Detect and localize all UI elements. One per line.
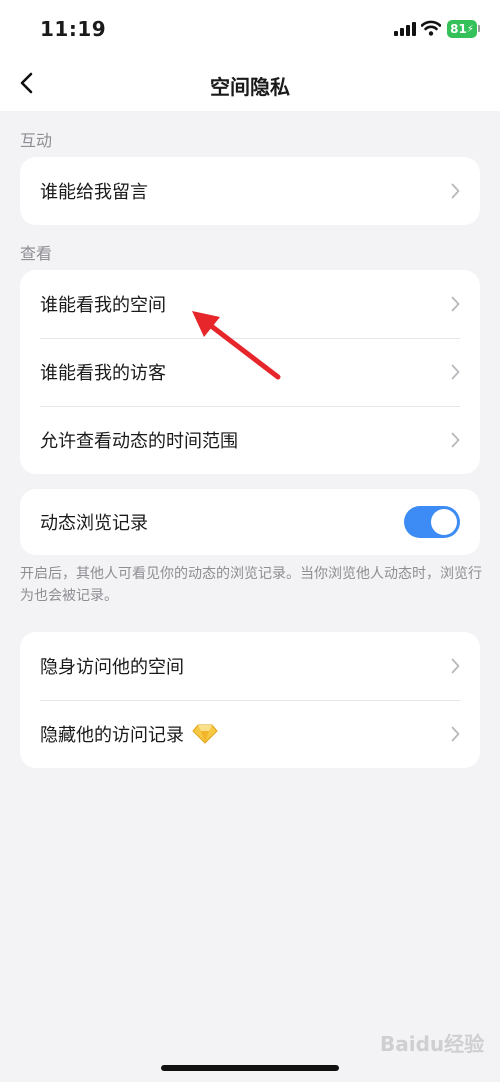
nav-bar: 空间隐私: [0, 58, 500, 111]
chevron-right-icon: [451, 432, 460, 448]
row-label: 隐身访问他的空间: [40, 657, 184, 678]
section-label-view: 查看: [20, 244, 53, 263]
cellular-signal-icon: [394, 22, 416, 36]
battery-nub: [478, 25, 480, 32]
row-label: 谁能看我的访客: [40, 363, 166, 384]
row-label: 动态浏览记录: [40, 513, 148, 534]
row-stealth-visit[interactable]: 隐身访问他的空间: [20, 632, 480, 700]
interaction-card: 谁能给我留言: [20, 157, 480, 225]
status-bar: 11:19 81 ⚡: [0, 0, 500, 58]
wifi-icon: [421, 20, 441, 36]
row-who-can-message[interactable]: 谁能给我留言: [20, 157, 480, 225]
page-title: 空间隐私: [210, 75, 290, 99]
battery-icon: 81 ⚡: [447, 20, 477, 38]
row-label: 隐藏他的访问记录: [40, 725, 184, 746]
row-label: 谁能给我留言: [40, 182, 148, 203]
row-hide-visit-record[interactable]: 隐藏他的访问记录: [20, 700, 480, 768]
chevron-right-icon: [451, 296, 460, 312]
home-indicator[interactable]: [161, 1065, 339, 1071]
status-time: 11:19: [40, 17, 107, 41]
chevron-right-icon: [451, 364, 460, 380]
browse-record-note: 开启后，其他人可看见你的动态的浏览记录。当你浏览他人动态时，浏览行为也会被记录。: [20, 566, 482, 604]
row-browse-record: 动态浏览记录: [20, 489, 480, 555]
row-feed-time-range[interactable]: 允许查看动态的时间范围: [20, 406, 480, 474]
stealth-card: 隐身访问他的空间 隐藏他的访问记录: [20, 632, 480, 768]
chevron-right-icon: [451, 183, 460, 199]
toggle-knob: [431, 509, 457, 535]
section-label-interaction: 互动: [20, 131, 53, 150]
browse-record-card: 动态浏览记录: [20, 489, 480, 555]
row-label: 谁能看我的空间: [40, 295, 166, 316]
annotation-arrow-icon: [192, 311, 281, 380]
browse-record-toggle[interactable]: [404, 506, 460, 538]
chevron-right-icon: [451, 658, 460, 674]
chevron-right-icon: [451, 726, 460, 742]
diamond-icon: [192, 724, 218, 744]
watermark: Baidu经验: [380, 1032, 485, 1056]
battery-level: 81: [450, 22, 467, 36]
row-label: 允许查看动态的时间范围: [40, 431, 238, 452]
